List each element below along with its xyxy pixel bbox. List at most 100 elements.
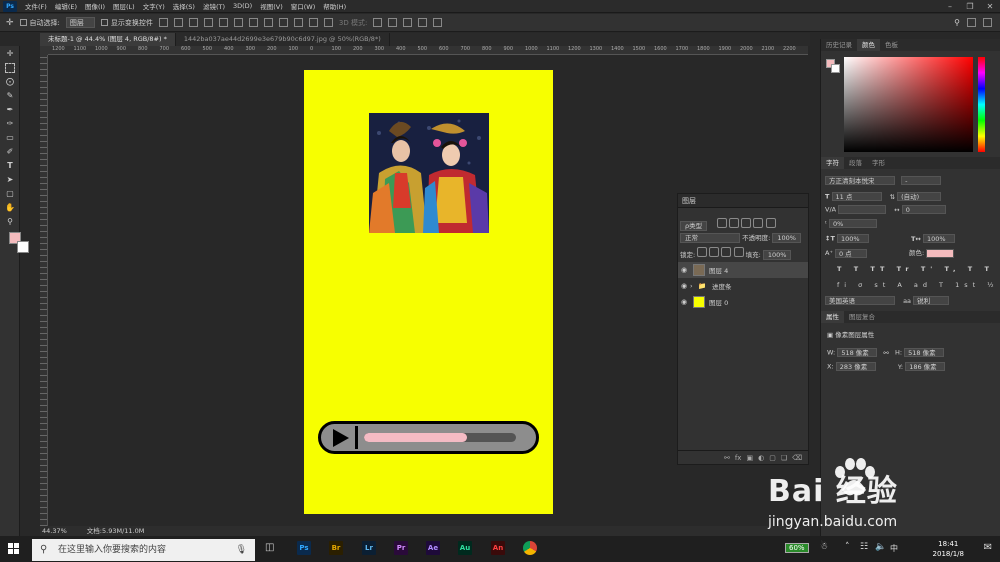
play-icon[interactable] bbox=[333, 429, 349, 447]
chevron-right-icon[interactable]: › bbox=[690, 282, 698, 290]
notification-icon[interactable]: ✉ bbox=[984, 542, 992, 553]
layer-row-group[interactable]: ◉ › 📁 进度条 bbox=[678, 278, 808, 294]
filter-type-icon[interactable] bbox=[741, 218, 752, 228]
opentype-buttons[interactable]: fi σ st A ad T 1st ½ bbox=[837, 281, 999, 289]
task-view-icon[interactable]: ◫ bbox=[265, 542, 274, 553]
taskbar-pr-icon[interactable]: Pr bbox=[394, 541, 408, 555]
distribute-right-icon[interactable] bbox=[323, 18, 333, 27]
lock-pixels-icon[interactable] bbox=[697, 247, 708, 257]
width-input[interactable]: 518 像素 bbox=[837, 348, 878, 357]
font-family-dropdown[interactable]: 方正清刻本悦宋 bbox=[825, 176, 895, 185]
visibility-eye-icon[interactable]: ◉ bbox=[678, 266, 690, 274]
tab-character[interactable]: 字符 bbox=[821, 157, 844, 169]
lasso-tool-icon[interactable]: ⨀ bbox=[5, 77, 15, 87]
taskbar-search-input[interactable]: ⚲ 在这里输入你要搜索的内容 🎙 bbox=[32, 539, 255, 561]
tracking-input[interactable]: 0 bbox=[901, 205, 946, 214]
align-center-icon[interactable] bbox=[218, 18, 228, 27]
layer-photo-dancers[interactable] bbox=[369, 113, 489, 233]
leading-input[interactable]: (自动) bbox=[897, 192, 942, 201]
brush-tool-icon[interactable]: ✑ bbox=[5, 119, 15, 129]
3d-roll-icon[interactable] bbox=[388, 18, 398, 27]
menu-layer[interactable]: 图层(L) bbox=[109, 1, 139, 11]
layer-filter-dropdown[interactable]: ρ类型 bbox=[680, 221, 708, 231]
zoom-level[interactable]: 44.37% bbox=[42, 526, 67, 536]
language-dropdown[interactable]: 美国英语 bbox=[825, 296, 895, 305]
menu-help[interactable]: 帮助(H) bbox=[319, 1, 350, 11]
kerning-input[interactable] bbox=[838, 205, 887, 214]
progress-bar-player[interactable] bbox=[318, 421, 539, 454]
3d-rotate-icon[interactable] bbox=[373, 18, 383, 27]
volume-icon[interactable]: 🔈 bbox=[875, 542, 886, 552]
tsume-input[interactable]: 0% bbox=[829, 219, 877, 228]
align-bottom-icon[interactable] bbox=[188, 18, 198, 27]
menu-view[interactable]: 视图(V) bbox=[256, 1, 287, 11]
menu-edit[interactable]: 编辑(E) bbox=[51, 1, 81, 11]
workspace-icon[interactable] bbox=[967, 18, 976, 27]
align-middle-icon[interactable] bbox=[173, 18, 183, 27]
filter-adjust-icon[interactable] bbox=[729, 218, 740, 228]
microphone-icon[interactable]: 🎙 bbox=[236, 539, 247, 561]
tab-layer-comps[interactable]: 图层复合 bbox=[844, 311, 880, 323]
zoom-tool-icon[interactable]: ⚲ bbox=[5, 217, 15, 227]
text-color-swatch[interactable] bbox=[926, 248, 955, 258]
path-select-tool-icon[interactable]: ➤ bbox=[5, 175, 15, 185]
type-tool-icon[interactable]: T bbox=[5, 161, 15, 171]
filter-pixel-icon[interactable] bbox=[717, 218, 728, 228]
hand-tool-icon[interactable]: ✋ bbox=[5, 203, 15, 213]
font-size-input[interactable]: 11 点 bbox=[831, 192, 882, 201]
distribute-left-icon[interactable] bbox=[293, 18, 303, 27]
lock-artboard-icon[interactable] bbox=[721, 247, 732, 257]
layer-row-4[interactable]: ◉ 图层 4 bbox=[678, 262, 808, 278]
ime-indicator[interactable]: 中 bbox=[890, 543, 898, 554]
lock-position-icon[interactable] bbox=[709, 247, 720, 257]
eyedropper-tool-icon[interactable]: ✒ bbox=[5, 105, 15, 115]
menu-filter[interactable]: 滤镜(T) bbox=[199, 1, 229, 11]
background-color-swatch[interactable] bbox=[17, 241, 29, 253]
show-transform-checkbox[interactable]: 显示变换控件 bbox=[100, 18, 153, 28]
menu-image[interactable]: 图像(I) bbox=[81, 1, 109, 11]
tab-untitled[interactable]: 未标题-1 @ 44.4% (图层 4, RGB/8#) * bbox=[40, 33, 176, 46]
clock[interactable]: 18:41 2018/1/8 bbox=[933, 539, 964, 559]
tray-chevron-icon[interactable]: ˄ bbox=[845, 542, 850, 552]
tab-swatches[interactable]: 色板 bbox=[880, 39, 903, 51]
color-picker-field[interactable] bbox=[844, 57, 973, 152]
fill-input[interactable]: 100% bbox=[762, 250, 792, 260]
tab-paragraph[interactable]: 段落 bbox=[844, 157, 867, 169]
color-background-swatch[interactable] bbox=[831, 64, 840, 73]
align-left-icon[interactable] bbox=[203, 18, 213, 27]
tab-color[interactable]: 颜色 bbox=[857, 39, 880, 51]
menu-select[interactable]: 选择(S) bbox=[169, 1, 199, 11]
shape-tool-icon[interactable]: ▢ bbox=[5, 189, 15, 199]
auto-select-dropdown[interactable]: 图层 bbox=[65, 17, 95, 28]
y-input[interactable]: 186 像素 bbox=[905, 362, 946, 371]
eraser-tool-icon[interactable]: ▭ bbox=[5, 133, 15, 143]
menu-type[interactable]: 文字(Y) bbox=[139, 1, 169, 11]
distribute-top-icon[interactable] bbox=[248, 18, 258, 27]
3d-slide-icon[interactable] bbox=[418, 18, 428, 27]
progress-track[interactable] bbox=[364, 433, 516, 442]
distribute-bottom-icon[interactable] bbox=[278, 18, 288, 27]
close-icon[interactable]: ✕ bbox=[980, 0, 1000, 13]
marquee-tool-icon[interactable] bbox=[5, 63, 15, 73]
3d-scale-icon[interactable] bbox=[433, 18, 443, 27]
search-icon[interactable]: ⚲ bbox=[954, 18, 960, 27]
distribute-center-icon[interactable] bbox=[308, 18, 318, 27]
quick-select-tool-icon[interactable]: ✎ bbox=[5, 91, 15, 101]
distribute-middle-icon[interactable] bbox=[263, 18, 273, 27]
menu-3d[interactable]: 3D(D) bbox=[229, 2, 256, 10]
taskbar-ae-icon[interactable]: Ae bbox=[426, 541, 440, 555]
baseline-shift-input[interactable]: 0 点 bbox=[834, 248, 867, 258]
3d-pan-icon[interactable] bbox=[403, 18, 413, 27]
tab-properties[interactable]: 属性 bbox=[821, 311, 844, 323]
align-right-icon[interactable] bbox=[233, 18, 243, 27]
taskbar-lr-icon[interactable]: Lr bbox=[362, 541, 376, 555]
opacity-input[interactable]: 100% bbox=[772, 233, 801, 243]
tab-jpg[interactable]: 1442ba037ae44d2699e3e679b90c6d97.jpg @ 5… bbox=[176, 33, 390, 46]
text-style-buttons[interactable]: T T TT Tr T' T, T T bbox=[837, 265, 994, 273]
battery-indicator[interactable]: 60% bbox=[785, 543, 809, 553]
windows-start-icon[interactable] bbox=[8, 543, 20, 555]
taskbar-an-icon[interactable]: An bbox=[491, 541, 505, 555]
lock-all-icon[interactable] bbox=[733, 247, 744, 257]
height-input[interactable]: 518 像素 bbox=[904, 348, 945, 357]
tab-history[interactable]: 历史记录 bbox=[821, 39, 857, 51]
